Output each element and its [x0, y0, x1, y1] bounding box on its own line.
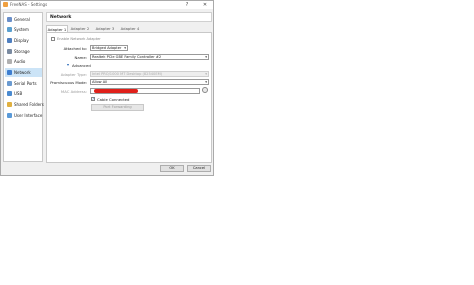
- name-label: Name:: [74, 55, 87, 60]
- enable-adapter-checkbox[interactable]: [51, 37, 55, 41]
- sidebar-item-user-interface[interactable]: User Interface: [5, 111, 42, 120]
- mac-address-label: MAC Address:: [60, 89, 87, 94]
- port-forwarding-button[interactable]: Port Forwarding: [91, 104, 144, 111]
- adapter-type-label: Adapter Type:: [60, 72, 87, 77]
- adapter-tabs: Adapter 1 Adapter 2 Adapter 3 Adapter 4: [46, 25, 212, 32]
- close-button[interactable]: ✕: [200, 1, 210, 9]
- display-icon: [7, 38, 12, 43]
- adapter-type-select[interactable]: Intel PRO/1000 MT Desktop (82540EM) ▾: [90, 71, 209, 77]
- adapter-panel: Enable Network Adapter Attached to: Brid…: [46, 32, 212, 163]
- advanced-toggle-icon[interactable]: ▾: [67, 62, 69, 67]
- attached-to-label: Attached to:: [63, 46, 87, 51]
- audio-icon: [7, 59, 12, 64]
- sidebar-item-label: Shared Folders: [14, 102, 44, 107]
- sidebar-item-label: Audio: [14, 59, 26, 64]
- sidebar-item-label: Network: [14, 70, 31, 75]
- sidebar-item-label: Serial Ports: [14, 81, 37, 86]
- attached-to-select[interactable]: Bridged Adapter ▾: [90, 45, 128, 51]
- app-icon: [3, 2, 8, 7]
- serial-ports-icon: [7, 81, 12, 86]
- cable-connected-checkbox[interactable]: ✓: [91, 97, 95, 101]
- chevron-down-icon: ▾: [205, 80, 207, 84]
- refresh-mac-icon[interactable]: [202, 87, 208, 93]
- sidebar-item-label: General: [14, 17, 30, 22]
- settings-window: FreeNAS - Settings ? ✕ General System Di…: [0, 0, 214, 176]
- sidebar-item-storage[interactable]: Storage: [5, 47, 42, 56]
- promiscuous-mode-select[interactable]: Allow All ▾: [90, 79, 209, 85]
- ok-button[interactable]: OK: [160, 165, 184, 172]
- settings-sidebar: General System Display Storage Audio Net…: [3, 12, 44, 162]
- sidebar-item-label: System: [14, 27, 29, 32]
- page-title: Network: [50, 15, 72, 20]
- promiscuous-mode-value: Allow All: [92, 80, 108, 84]
- sidebar-item-label: User Interface: [14, 113, 43, 118]
- chevron-down-icon: ▾: [205, 72, 207, 76]
- sidebar-item-display[interactable]: Display: [5, 36, 42, 45]
- sidebar-item-serial-ports[interactable]: Serial Ports: [5, 79, 42, 88]
- chevron-down-icon: ▾: [124, 46, 126, 50]
- network-icon: [7, 70, 12, 75]
- help-button[interactable]: ?: [182, 1, 192, 9]
- sidebar-item-usb[interactable]: USB: [5, 89, 42, 98]
- system-icon: [7, 27, 12, 32]
- sidebar-item-label: Display: [14, 38, 29, 43]
- adapter-name-select[interactable]: Realtek PCIe GBE Family Controller #2 ▾: [90, 54, 209, 60]
- shared-folders-icon: [7, 102, 12, 107]
- advanced-toggle-label[interactable]: Advanced: [72, 63, 91, 68]
- redaction-scribble: [94, 89, 138, 93]
- title-bar: FreeNAS - Settings ? ✕: [1, 1, 213, 9]
- adapter-type-value: Intel PRO/1000 MT Desktop (82540EM): [92, 72, 163, 76]
- general-icon: [7, 17, 12, 22]
- chevron-down-icon: ▾: [205, 55, 207, 59]
- tab-adapter-1[interactable]: Adapter 1: [46, 25, 68, 32]
- sidebar-item-audio[interactable]: Audio: [5, 57, 42, 66]
- user-interface-icon: [7, 113, 12, 118]
- sidebar-item-network[interactable]: Network: [5, 68, 42, 77]
- sidebar-item-shared-folders[interactable]: Shared Folders: [5, 100, 44, 109]
- enable-adapter-label: Enable Network Adapter: [57, 37, 101, 41]
- attached-to-value: Bridged Adapter: [92, 46, 122, 50]
- tab-adapter-2[interactable]: Adapter 2: [69, 25, 91, 32]
- sidebar-item-label: Storage: [14, 49, 30, 54]
- settings-content: Network Adapter 1 Adapter 2 Adapter 3 Ad…: [46, 12, 212, 163]
- usb-icon: [7, 91, 12, 96]
- sidebar-item-system[interactable]: System: [5, 25, 42, 34]
- sidebar-item-label: USB: [14, 91, 23, 96]
- tab-adapter-4[interactable]: Adapter 4: [119, 25, 141, 32]
- mac-address-input[interactable]: [90, 88, 200, 94]
- cable-connected-label: Cable Connected: [97, 97, 130, 102]
- storage-icon: [7, 49, 12, 54]
- page-header: Network: [46, 12, 212, 22]
- promiscuous-mode-label: Promiscuous Mode:: [50, 80, 87, 85]
- cancel-button[interactable]: Cancel: [187, 165, 211, 172]
- tab-adapter-3[interactable]: Adapter 3: [94, 25, 116, 32]
- sidebar-item-general[interactable]: General: [5, 15, 42, 24]
- window-title: FreeNAS - Settings: [10, 2, 48, 7]
- adapter-name-value: Realtek PCIe GBE Family Controller #2: [92, 55, 162, 59]
